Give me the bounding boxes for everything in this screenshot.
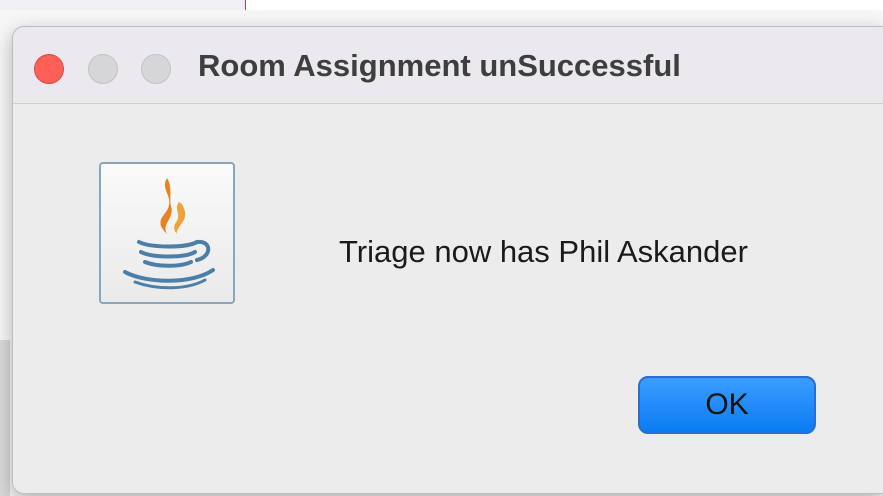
background-window-edge — [0, 340, 10, 496]
java-coffee-cup-icon — [99, 162, 235, 304]
dialog-content: Triage now has Phil Askander OK — [13, 104, 883, 493]
close-window-button[interactable] — [34, 54, 64, 84]
ok-button[interactable]: OK — [638, 376, 816, 434]
background-divider — [245, 0, 246, 10]
title-bar: Room Assignment unSuccessful — [13, 27, 883, 104]
minimize-window-button[interactable] — [88, 54, 118, 84]
dialog-message: Triage now has Phil Askander — [339, 234, 748, 269]
dialog-title: Room Assignment unSuccessful — [198, 48, 681, 83]
zoom-window-button[interactable] — [141, 54, 171, 84]
dialog-window: Room Assignment unSuccessful Triage now … — [12, 26, 883, 494]
background-panel — [0, 0, 245, 10]
